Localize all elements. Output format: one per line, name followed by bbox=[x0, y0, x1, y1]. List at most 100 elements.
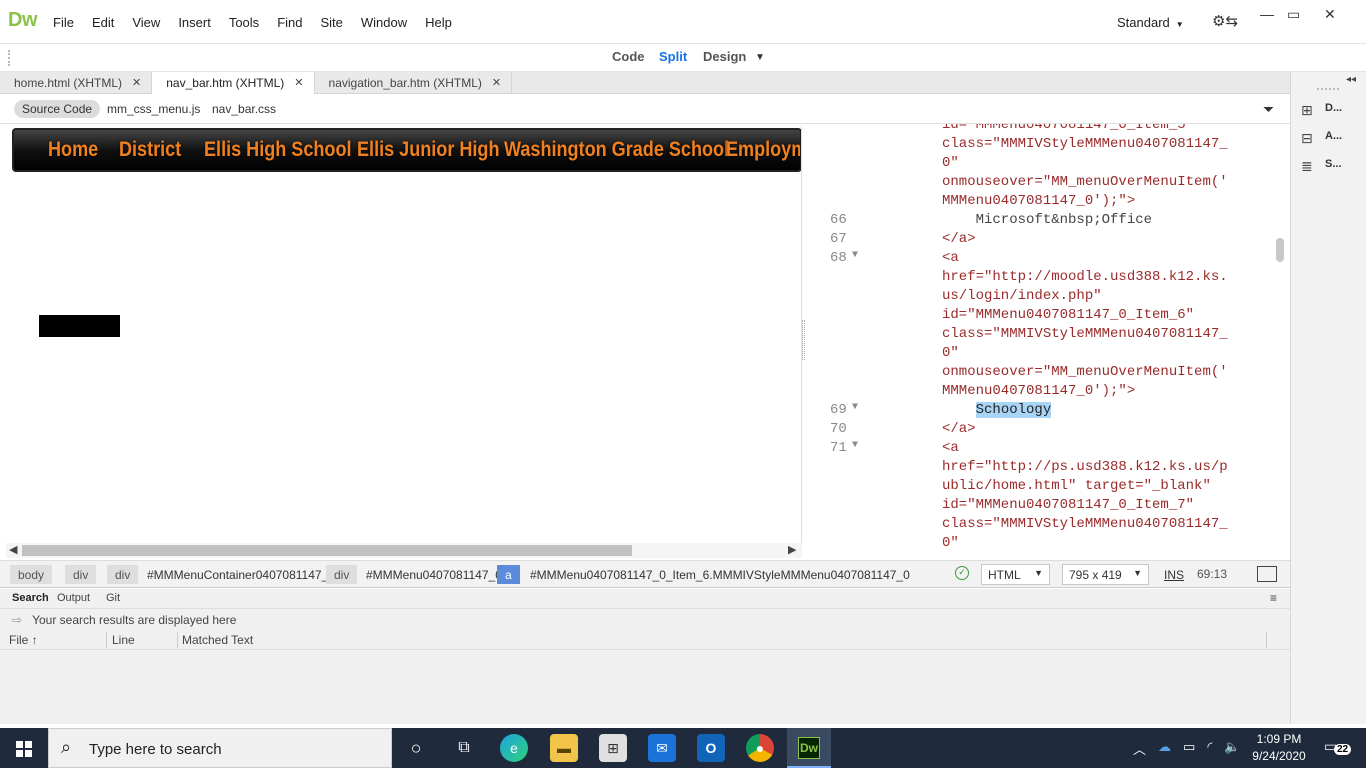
code-vertical-scrollbar-thumb[interactable] bbox=[1276, 238, 1284, 262]
nav-item-ellis-high[interactable]: Ellis High School bbox=[204, 138, 352, 162]
scrollbar-thumb[interactable] bbox=[22, 545, 632, 556]
tab-output[interactable]: Output bbox=[57, 592, 90, 604]
code-line[interactable]: 0" bbox=[806, 535, 1276, 554]
no-errors-check-icon[interactable]: ✓ bbox=[955, 566, 969, 580]
close-icon[interactable]: ✕ bbox=[1324, 6, 1336, 23]
code-line[interactable]: class="MMMIVStyleMMMenu0407081147_ bbox=[806, 326, 1276, 345]
wifi-icon[interactable]: ◜ bbox=[1207, 739, 1212, 758]
doc-tab-navigation-bar[interactable]: navigation_bar.htm (XHTML) ✕ bbox=[315, 72, 513, 94]
panel-dom[interactable]: ⊞ D... bbox=[1301, 102, 1342, 119]
design-view[interactable]: Home District Ellis High School Ellis Ju… bbox=[6, 126, 802, 558]
minimize-icon[interactable]: — bbox=[1260, 6, 1274, 22]
dreamweaver-taskbar-button[interactable]: Dw bbox=[787, 728, 831, 768]
code-line[interactable]: 0" bbox=[806, 345, 1276, 364]
taskbar-search-box[interactable]: ⌕ Type here to search bbox=[48, 728, 392, 768]
breadcrumb-body[interactable]: body bbox=[10, 565, 53, 584]
nav-item-ellis-junior-high[interactable]: Ellis Junior High bbox=[357, 138, 499, 162]
code-view[interactable]: id="MMMenu0407081147_0_Item_5" class="MMM… bbox=[806, 124, 1290, 560]
code-line[interactable]: 68 ▼ <a bbox=[806, 250, 1276, 269]
view-dropdown-icon[interactable]: ▼ bbox=[755, 52, 765, 63]
nav-item-district[interactable]: District bbox=[119, 138, 181, 162]
menu-window[interactable]: Window bbox=[361, 15, 407, 30]
panel-snippets[interactable]: ≣ S... bbox=[1301, 158, 1342, 175]
taskbar-clock[interactable]: 1:09 PM 9/24/2020 bbox=[1250, 731, 1308, 765]
onedrive-icon[interactable]: ☁ bbox=[1158, 739, 1171, 758]
code-line[interactable]: us/login/index.php" bbox=[806, 288, 1276, 307]
column-divider[interactable] bbox=[1266, 632, 1267, 648]
collapse-panels-icon[interactable]: ◂◂ bbox=[1346, 74, 1356, 85]
code-line[interactable]: onmouseover="MM_menuOverMenuItem(' bbox=[806, 364, 1276, 383]
code-line[interactable]: 70 </a> bbox=[806, 421, 1276, 440]
toolbar-grip[interactable] bbox=[8, 50, 11, 66]
window-size-select[interactable]: 795 x 419 ▼ bbox=[1062, 564, 1149, 585]
doc-tab-nav-bar[interactable]: nav_bar.htm (XHTML) ✕ bbox=[152, 72, 315, 94]
code-view-button[interactable]: Code bbox=[612, 49, 645, 64]
battery-icon[interactable]: ▭ bbox=[1183, 739, 1195, 758]
code-line[interactable]: class="MMMIVStyleMMMenu0407081147_ bbox=[806, 516, 1276, 535]
outlook-icon[interactable]: O bbox=[697, 734, 725, 762]
code-line[interactable]: class="MMMIVStyleMMMenu0407081147_ bbox=[806, 136, 1276, 155]
close-tab-icon[interactable]: ✕ bbox=[132, 76, 141, 94]
close-tab-icon[interactable]: ✕ bbox=[294, 76, 303, 94]
live-preview-icon[interactable] bbox=[1257, 566, 1277, 582]
menu-view[interactable]: View bbox=[132, 15, 160, 30]
code-line[interactable]: 67 </a> bbox=[806, 231, 1276, 250]
nav-item-washington-grade[interactable]: Washington Grade School bbox=[504, 138, 729, 162]
start-button[interactable] bbox=[0, 728, 48, 768]
breadcrumb-div[interactable]: div bbox=[326, 565, 358, 584]
mail-icon[interactable]: ✉ bbox=[648, 734, 676, 762]
menu-edit[interactable]: Edit bbox=[92, 15, 114, 30]
scroll-right-icon[interactable]: ▶ bbox=[788, 543, 796, 556]
breadcrumb-menu-container[interactable]: #MMMenuContainer0407081147_0 bbox=[139, 565, 343, 584]
menu-tools[interactable]: Tools bbox=[229, 15, 259, 30]
code-line[interactable]: id="MMMenu0407081147_0_Item_5" bbox=[806, 124, 1276, 136]
chrome-icon[interactable]: ● bbox=[746, 734, 774, 762]
column-divider[interactable] bbox=[177, 632, 178, 648]
action-center-icon[interactable]: ▭ 22 bbox=[1324, 738, 1352, 755]
related-mm-css-menu-js[interactable]: mm_css_menu.js bbox=[99, 100, 208, 118]
design-horizontal-scrollbar[interactable]: ◀ ▶ bbox=[6, 543, 802, 558]
column-matched-text[interactable]: Matched Text bbox=[182, 633, 253, 647]
volume-icon[interactable]: 🔈 bbox=[1224, 739, 1240, 758]
code-line[interactable]: onmouseover="MM_menuOverMenuItem(' bbox=[806, 174, 1276, 193]
code-line[interactable]: 66 Microsoft&nbsp;Office bbox=[806, 212, 1276, 231]
code-fold-icon[interactable]: ▼ bbox=[852, 250, 858, 261]
sync-settings-icon[interactable]: ⚙⇆ bbox=[1212, 12, 1238, 30]
edge-icon[interactable]: e bbox=[500, 734, 528, 762]
split-divider-grip[interactable] bbox=[802, 320, 805, 360]
column-file[interactable]: File ↑ bbox=[9, 633, 38, 647]
design-view-button[interactable]: Design bbox=[703, 49, 746, 64]
maximize-icon[interactable]: ▭ bbox=[1287, 6, 1300, 23]
breadcrumb-menu-item[interactable]: #MMMenu0407081147_0_Item_6.MMMIVStyleMMM… bbox=[522, 565, 918, 584]
breadcrumb-a[interactable]: a bbox=[497, 565, 520, 584]
code-fold-icon[interactable]: ▼ bbox=[852, 440, 858, 451]
breadcrumb-menu[interactable]: #MMMenu0407081147_0 bbox=[358, 565, 510, 584]
nav-item-employment[interactable]: Employme bbox=[726, 138, 800, 162]
file-explorer-icon[interactable]: ▬ bbox=[550, 734, 578, 762]
panel-assets[interactable]: ⊟ A... bbox=[1301, 130, 1342, 147]
store-icon[interactable]: ⊞ bbox=[599, 734, 627, 762]
code-line[interactable]: MMMenu0407081147_0');"> bbox=[806, 383, 1276, 402]
insert-mode-toggle[interactable]: INS bbox=[1164, 568, 1184, 582]
column-line[interactable]: Line bbox=[112, 633, 135, 647]
menu-insert[interactable]: Insert bbox=[178, 15, 211, 30]
code-fold-icon[interactable]: ▼ bbox=[852, 402, 858, 413]
breadcrumb-div[interactable]: div bbox=[107, 565, 139, 584]
panel-grip[interactable] bbox=[1317, 88, 1339, 91]
close-tab-icon[interactable]: ✕ bbox=[492, 76, 501, 94]
column-divider[interactable] bbox=[106, 632, 107, 648]
document-type-select[interactable]: HTML ▼ bbox=[981, 564, 1050, 585]
workspace-switcher[interactable]: Standard ▼ bbox=[1117, 15, 1184, 30]
menu-file[interactable]: File bbox=[53, 15, 74, 30]
code-line[interactable]: href="http://moodle.usd388.k12.ks. bbox=[806, 269, 1276, 288]
scroll-left-icon[interactable]: ◀ bbox=[9, 543, 17, 556]
code-line[interactable]: MMMenu0407081147_0');"> bbox=[806, 193, 1276, 212]
cortana-icon[interactable]: ○ bbox=[402, 734, 430, 762]
tab-search[interactable]: Search bbox=[12, 592, 49, 604]
code-line[interactable]: 0" bbox=[806, 155, 1276, 174]
breadcrumb-div[interactable]: div bbox=[65, 565, 97, 584]
menu-help[interactable]: Help bbox=[425, 15, 452, 30]
panel-menu-icon[interactable]: ≡ bbox=[1270, 591, 1277, 605]
split-view-button[interactable]: Split bbox=[659, 49, 687, 64]
task-view-icon[interactable]: ⧉ bbox=[450, 734, 478, 762]
